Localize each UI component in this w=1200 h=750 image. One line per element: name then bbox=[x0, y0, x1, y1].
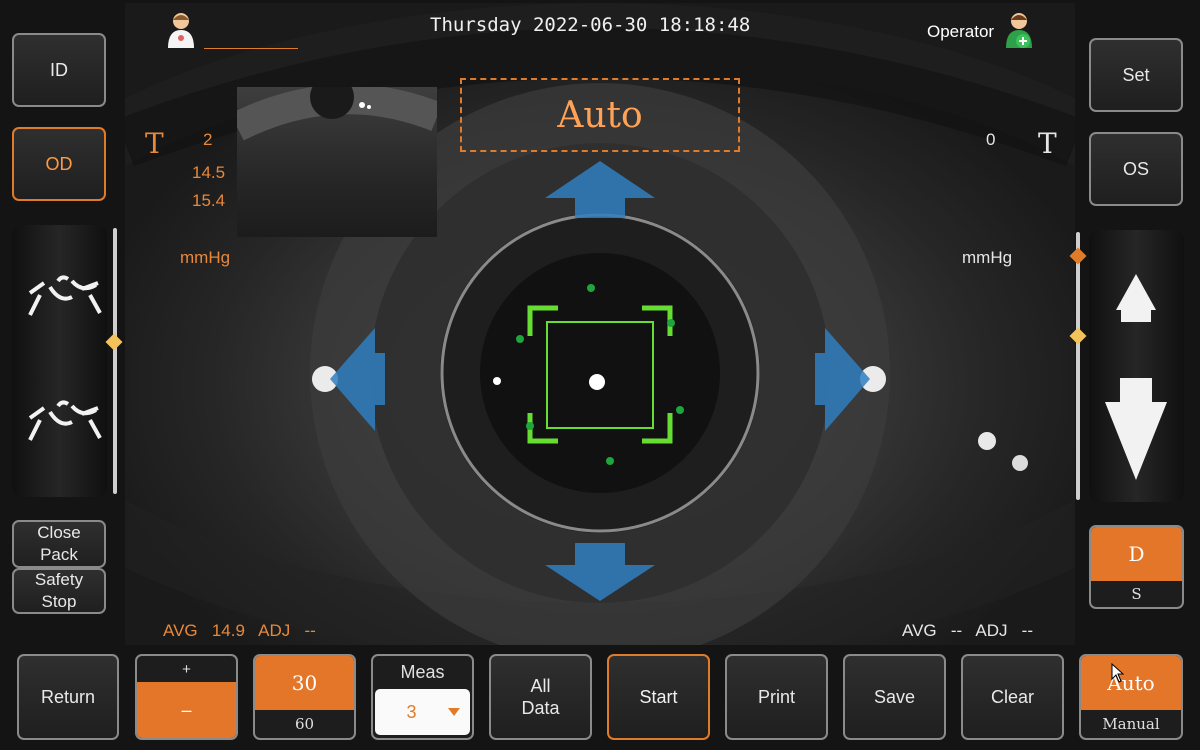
plus-minus-control[interactable]: + – bbox=[135, 654, 238, 740]
left-t-label: T bbox=[145, 127, 164, 160]
close-pack-button[interactable]: Close Pack bbox=[12, 520, 106, 568]
os-button[interactable]: OS bbox=[1089, 132, 1183, 206]
close-pack-label: Close Pack bbox=[37, 523, 81, 564]
set-button[interactable]: Set bbox=[1089, 38, 1183, 112]
right-avg-label: AVG bbox=[902, 621, 937, 640]
left-reading-1: 2 bbox=[203, 130, 213, 149]
safety-stop-label: Safety Stop bbox=[34, 570, 84, 611]
clear-button[interactable]: Clear bbox=[961, 654, 1064, 740]
mode-indicator: Auto bbox=[460, 78, 740, 152]
set-button-label: Set bbox=[1122, 65, 1150, 85]
operator-icon[interactable] bbox=[1004, 12, 1034, 50]
os-button-label: OS bbox=[1122, 159, 1149, 179]
vertical-move-control[interactable] bbox=[1089, 230, 1184, 502]
auto-manual-toggle[interactable]: Auto Manual bbox=[1079, 654, 1183, 740]
head-position-control[interactable] bbox=[12, 225, 107, 497]
s-option[interactable]: S bbox=[1091, 581, 1182, 607]
start-button[interactable]: Start bbox=[607, 654, 710, 740]
right-adj-label: ADJ bbox=[975, 621, 1008, 640]
id-button[interactable]: ID bbox=[12, 33, 106, 107]
left-reading-3: 15.4 bbox=[192, 191, 226, 210]
left-unit: mmHg bbox=[180, 248, 231, 267]
minus-button[interactable]: – bbox=[137, 682, 236, 738]
dropdown-arrow-icon bbox=[448, 708, 460, 716]
right-t-label: T bbox=[1038, 127, 1057, 160]
left-adj-label: ADJ bbox=[258, 621, 291, 640]
meas-select[interactable]: 3 bbox=[375, 689, 470, 735]
print-button[interactable]: Print bbox=[725, 654, 828, 740]
camera-view[interactable]: Auto T 2 14.5 15.4 mmHg 0 T mmHg AVG 14.… bbox=[125, 3, 1075, 645]
d-option[interactable]: D bbox=[1091, 527, 1182, 581]
right-avg-row: AVG -- ADJ -- bbox=[902, 621, 1033, 641]
meas-control: Meas 3 bbox=[371, 654, 474, 740]
d-s-toggle[interactable]: D S bbox=[1089, 525, 1184, 609]
auto-option[interactable]: Auto bbox=[1081, 656, 1181, 710]
left-height-slider-track[interactable] bbox=[113, 228, 117, 494]
left-avg-value: 14.9 bbox=[211, 621, 245, 640]
operator-label: Operator bbox=[927, 22, 995, 41]
print-button-label: Print bbox=[757, 687, 795, 707]
right-avg-value: -- bbox=[950, 621, 963, 640]
inset-eye-preview bbox=[237, 87, 437, 237]
meas-label: Meas bbox=[400, 661, 445, 682]
save-button[interactable]: Save bbox=[843, 654, 946, 740]
id-button-label: ID bbox=[50, 60, 68, 80]
pressure-toggle[interactable]: 30 60 bbox=[253, 654, 356, 740]
datetime: Thursday 2022-06-30 18:18:48 bbox=[430, 14, 751, 36]
right-height-slider-track[interactable] bbox=[1076, 232, 1080, 500]
od-button[interactable]: OD bbox=[12, 127, 106, 201]
all-data-label: All Data bbox=[521, 676, 560, 718]
save-button-label: Save bbox=[873, 687, 916, 707]
move-down-arrow-icon bbox=[1105, 378, 1167, 480]
start-button-label: Start bbox=[639, 687, 678, 707]
move-up-arrow-icon bbox=[1116, 274, 1156, 322]
return-button-label: Return bbox=[40, 687, 96, 707]
return-button[interactable]: Return bbox=[17, 654, 119, 740]
right-unit: mmHg bbox=[962, 248, 1013, 267]
left-avg-label: AVG bbox=[163, 621, 198, 640]
pressure-30-option[interactable]: 30 bbox=[255, 656, 354, 710]
all-data-button[interactable]: All Data bbox=[489, 654, 592, 740]
chin-up-icon bbox=[28, 275, 102, 316]
chin-down-icon bbox=[28, 400, 102, 441]
left-avg-row: AVG 14.9 ADJ -- bbox=[163, 621, 316, 641]
plus-button[interactable]: + bbox=[137, 656, 236, 682]
mouse-cursor-icon bbox=[1111, 663, 1125, 683]
clear-button-label: Clear bbox=[990, 687, 1034, 707]
manual-option[interactable]: Manual bbox=[1081, 710, 1181, 738]
pressure-60-option[interactable]: 60 bbox=[255, 710, 354, 738]
left-reading-2: 14.5 bbox=[192, 163, 226, 182]
meas-value: 3 bbox=[406, 701, 417, 722]
safety-stop-button[interactable]: Safety Stop bbox=[12, 568, 106, 614]
left-height-slider-thumb[interactable] bbox=[105, 333, 123, 351]
left-adj-value: -- bbox=[304, 621, 316, 640]
right-reading: 0 bbox=[986, 130, 996, 149]
patient-icon[interactable] bbox=[166, 12, 196, 48]
right-adj-value: -- bbox=[1021, 621, 1033, 640]
od-button-label: OD bbox=[45, 154, 73, 174]
patient-name-underline[interactable] bbox=[204, 48, 298, 49]
head-position-icons bbox=[28, 275, 102, 441]
